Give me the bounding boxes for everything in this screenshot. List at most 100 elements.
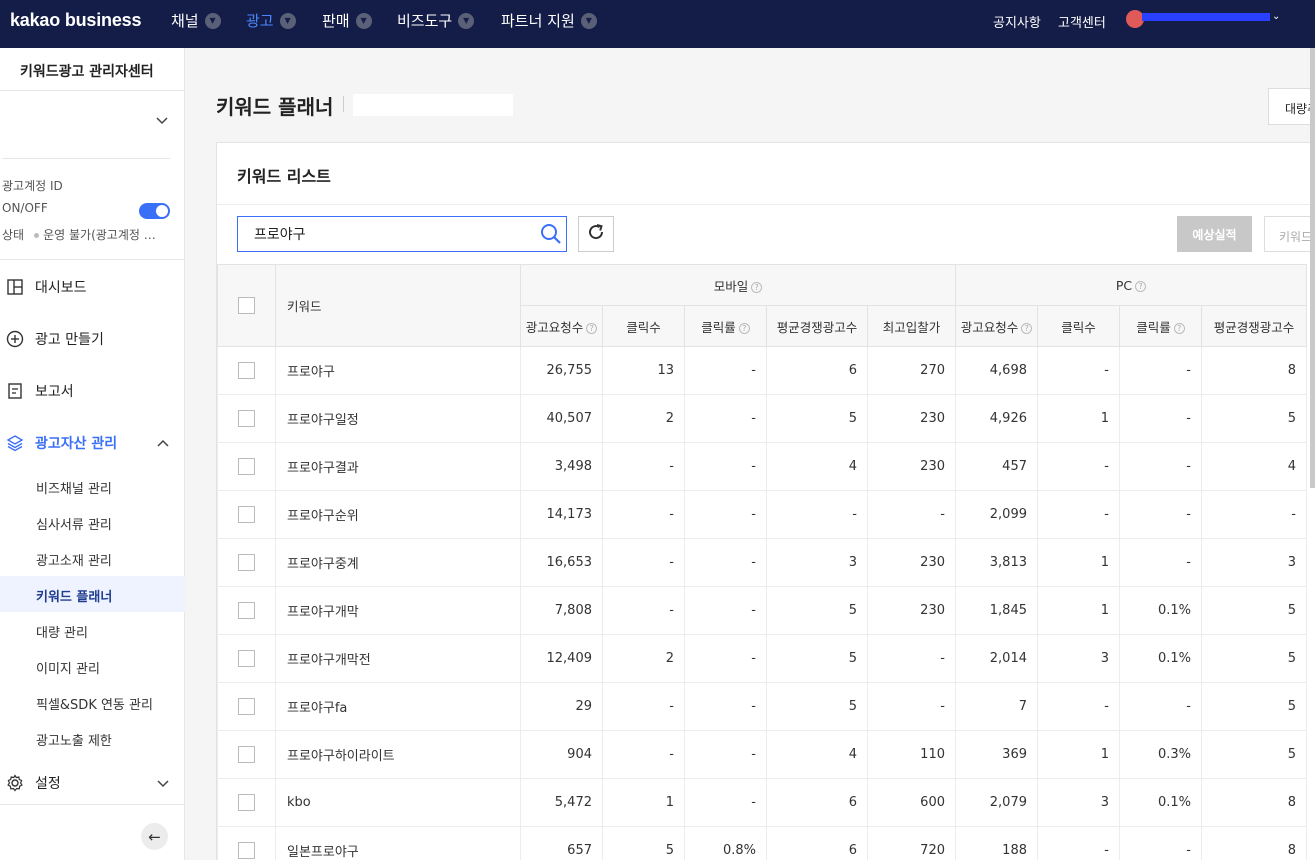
- top-navigation: kakao business 채널 ▼ 광고 ▼ 판매 ▼ 비즈도구 ▼ 파트너…: [0, 0, 1315, 48]
- help-icon[interactable]: ?: [586, 322, 598, 334]
- collapse-sidebar-button[interactable]: ←: [141, 823, 168, 850]
- mobile-metric-cell: -: [766, 490, 868, 539]
- pc-metric-cell: -: [1119, 346, 1202, 395]
- pc-metric-cell: -: [1119, 538, 1202, 587]
- nav-settings[interactable]: 설정: [6, 773, 61, 793]
- sidebar: 키워드광고 관리자센터 광고계정 ID ON/OFF 상태 운영 불가(광고계정 …: [0, 48, 185, 860]
- row-checkbox[interactable]: [238, 602, 255, 619]
- row-checkbox-cell: [217, 346, 276, 395]
- menu-channel[interactable]: 채널 ▼: [171, 10, 221, 31]
- table-row: 프로야구순위 14,173- - - -2,099- - -: [217, 490, 1307, 539]
- pc-metric-cell: 5: [1201, 682, 1307, 731]
- help-icon[interactable]: ?: [1173, 322, 1185, 334]
- select-all-header: [217, 264, 276, 347]
- help-icon[interactable]: ?: [1135, 280, 1147, 292]
- redacted-username: [1142, 13, 1270, 21]
- nav-report[interactable]: 보고서: [6, 381, 74, 401]
- add-keyword-button[interactable]: 키워드 추가: [1264, 216, 1315, 252]
- bulk-add-button[interactable]: 대량추가: [1268, 88, 1315, 125]
- select-all-checkbox[interactable]: [238, 297, 255, 314]
- report-icon: [6, 382, 24, 400]
- row-checkbox[interactable]: [238, 746, 255, 763]
- support-link[interactable]: 고객센터: [1058, 12, 1106, 31]
- group-mobile: 모바일?: [520, 264, 956, 306]
- pc-metric-cell: -: [1119, 442, 1202, 491]
- keyword-cell: 프로야구중계: [275, 538, 521, 587]
- row-checkbox-cell: [217, 586, 276, 635]
- page-title: 키워드 플래너: [216, 95, 334, 119]
- pc-metric-cell: 0.1%: [1119, 778, 1202, 827]
- mobile-metric-cell: -: [684, 634, 767, 683]
- col-mobile-avg-competition: 평균경쟁광고수: [766, 305, 868, 347]
- sidebar-item-biz-channel[interactable]: 비즈채널 관리: [36, 478, 112, 497]
- mobile-metric-cell: -: [684, 490, 767, 539]
- row-checkbox-cell: [217, 490, 276, 539]
- nav-ad-assets[interactable]: 광고자산 관리: [6, 433, 117, 453]
- mobile-metric-cell: -: [602, 586, 685, 635]
- mobile-metric-cell: 230: [867, 442, 956, 491]
- menu-ads[interactable]: 광고 ▼: [246, 10, 296, 31]
- mobile-metric-cell: 5,472: [520, 778, 603, 827]
- search-input[interactable]: [238, 217, 528, 251]
- gear-icon: [6, 774, 24, 792]
- refresh-button[interactable]: [578, 216, 614, 252]
- row-checkbox[interactable]: [238, 410, 255, 427]
- row-checkbox[interactable]: [238, 506, 255, 523]
- row-checkbox[interactable]: [238, 842, 255, 859]
- help-icon[interactable]: ?: [751, 281, 763, 293]
- help-icon[interactable]: ?: [1021, 322, 1033, 334]
- pc-metric-cell: -: [1119, 682, 1202, 731]
- menu-biz-tools[interactable]: 비즈도구 ▼: [397, 10, 475, 31]
- sidebar-item-keyword-planner[interactable]: 키워드 플래너: [36, 586, 112, 605]
- account-selector-chevron-icon[interactable]: [156, 114, 168, 128]
- row-checkbox[interactable]: [238, 458, 255, 475]
- sidebar-item-pixel-sdk[interactable]: 픽셀&SDK 연동 관리: [36, 694, 153, 713]
- onoff-toggle[interactable]: [139, 203, 170, 219]
- menu-sales[interactable]: 판매 ▼: [322, 10, 372, 31]
- row-checkbox[interactable]: [238, 650, 255, 667]
- keyword-table-wrapper: 키워드 모바일? PC? 광고요청수? 클릭수 클릭률? 평균경쟁광고수 최고입…: [217, 264, 1315, 860]
- row-checkbox[interactable]: [238, 698, 255, 715]
- brand-logo[interactable]: kakao business: [10, 10, 141, 31]
- mobile-metric-cell: 26,755: [520, 346, 603, 395]
- page-scrollbar[interactable]: [1310, 48, 1315, 488]
- chevron-up-icon[interactable]: [157, 436, 169, 450]
- chevron-down-icon[interactable]: [157, 777, 169, 791]
- sidebar-item-images[interactable]: 이미지 관리: [36, 658, 100, 677]
- col-mobile-clicks: 클릭수: [602, 305, 685, 347]
- keyword-cell: 프로야구결과: [275, 442, 521, 491]
- table-row: 일본프로야구 657 5 0.8% 6 720 188- -8: [217, 826, 1307, 860]
- row-checkbox[interactable]: [238, 794, 255, 811]
- col-pc-avg-competition: 평균경쟁광고수: [1201, 305, 1307, 347]
- mobile-metric-cell: -: [602, 490, 685, 539]
- keyword-cell: 프로야구일정: [275, 394, 521, 443]
- menu-partner-support[interactable]: 파트너 지원 ▼: [501, 10, 597, 31]
- nav-create-ad[interactable]: 광고 만들기: [6, 329, 104, 349]
- notice-link[interactable]: 공지사항: [993, 12, 1041, 31]
- mobile-metric-cell: 3: [766, 538, 868, 587]
- mobile-metric-cell: -: [867, 634, 956, 683]
- group-mobile-label: 모바일: [713, 278, 749, 294]
- keyword-cell: 프로야구fa: [275, 682, 521, 731]
- mobile-metric-cell: 720: [867, 826, 956, 860]
- estimate-button[interactable]: 예상실적: [1177, 216, 1252, 252]
- sidebar-item-creatives[interactable]: 광고소재 관리: [36, 550, 112, 569]
- mobile-metric-cell: -: [684, 394, 767, 443]
- mobile-metric-cell: 2: [602, 634, 685, 683]
- mobile-metric-cell: 40,507: [520, 394, 603, 443]
- chevron-down-icon[interactable]: ⌄: [1272, 11, 1280, 22]
- chevron-down-icon: ▼: [580, 12, 597, 29]
- sidebar-item-exposure-limit[interactable]: 광고노출 제한: [36, 730, 112, 749]
- nav-dashboard[interactable]: 대시보드: [6, 277, 87, 297]
- chevron-down-icon: ▼: [355, 12, 372, 29]
- row-checkbox[interactable]: [238, 554, 255, 571]
- sidebar-item-review-docs[interactable]: 심사서류 관리: [36, 514, 112, 533]
- pc-metric-cell: -: [1201, 490, 1307, 539]
- mobile-metric-cell: -: [602, 538, 685, 587]
- status-dot: [34, 232, 40, 238]
- sidebar-item-bulk[interactable]: 대량 관리: [36, 622, 88, 641]
- help-icon[interactable]: ?: [738, 322, 750, 334]
- search-icon[interactable]: [539, 222, 563, 246]
- row-checkbox[interactable]: [238, 362, 255, 379]
- pc-metric-cell: 3: [1201, 538, 1307, 587]
